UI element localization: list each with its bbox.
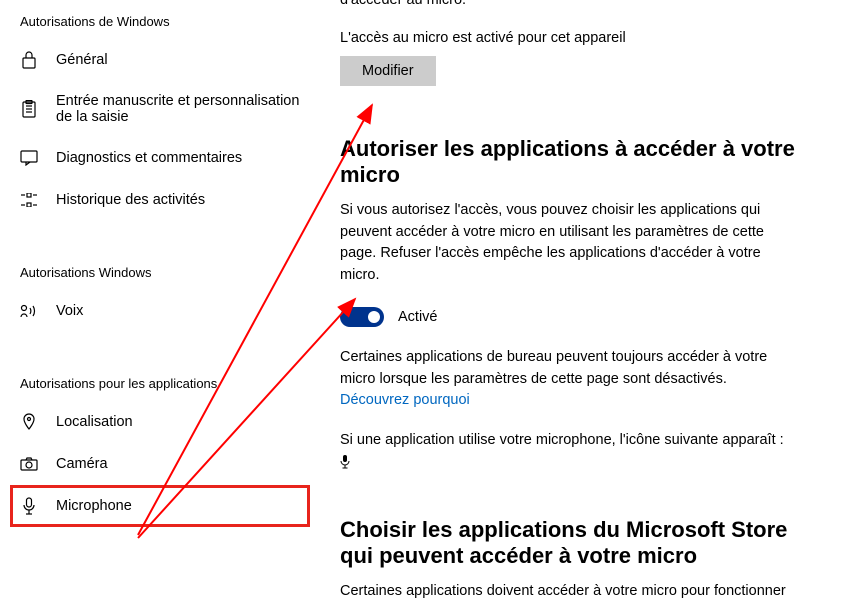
- choose-apps-description: Certaines applications doivent accéder à…: [340, 581, 800, 602]
- sidebar-item-location[interactable]: Localisation: [10, 401, 310, 443]
- mic-icon-note: Si une application utilise votre microph…: [340, 430, 800, 477]
- desktop-apps-note: Certaines applications de bureau peuvent…: [340, 347, 800, 412]
- mic-icon-note-text: Si une application utilise votre microph…: [340, 432, 784, 448]
- toggle-knob: [368, 311, 380, 323]
- sidebar-item-microphone[interactable]: Microphone: [10, 485, 310, 527]
- sidebar-item-label: Général: [56, 52, 108, 68]
- voice-icon: [20, 302, 38, 320]
- truncated-intro-text: d'accéder au micro.: [340, 0, 824, 12]
- microphone-icon: [20, 497, 38, 515]
- discover-why-link[interactable]: Découvrez pourquoi: [340, 392, 470, 408]
- allow-apps-toggle-row: Activé: [340, 307, 824, 327]
- camera-icon: [20, 455, 38, 473]
- sidebar-item-activity[interactable]: Historique des activités: [10, 179, 310, 221]
- device-mic-status: L'accès au micro est activé pour cet app…: [340, 30, 824, 46]
- lock-icon: [20, 51, 38, 69]
- activity-icon: [20, 191, 38, 209]
- allow-apps-description: Si vous autorisez l'accès, vous pouvez c…: [340, 200, 800, 287]
- choose-apps-title: Choisir les applications du Microsoft St…: [340, 517, 820, 569]
- sidebar-item-label: Localisation: [56, 414, 133, 430]
- location-icon: [20, 413, 38, 431]
- sidebar-item-label: Diagnostics et commentaires: [56, 150, 242, 166]
- sidebar-item-label: Caméra: [56, 456, 108, 472]
- sidebar-section-header-2: Autorisations Windows: [10, 251, 310, 290]
- sidebar-section-header-3: Autorisations pour les applications: [10, 362, 310, 401]
- allow-apps-title: Autoriser les applications à accéder à v…: [340, 136, 824, 188]
- clipboard-icon: [20, 100, 38, 118]
- modify-button[interactable]: Modifier: [340, 56, 436, 86]
- desktop-apps-note-text: Certaines applications de bureau peuvent…: [340, 349, 767, 387]
- sidebar-item-diagnostics[interactable]: Diagnostics et commentaires: [10, 137, 310, 179]
- allow-apps-toggle[interactable]: [340, 307, 384, 327]
- sidebar-item-label: Voix: [56, 303, 83, 319]
- sidebar-item-label: Historique des activités: [56, 192, 205, 208]
- settings-content: d'accéder au micro. L'accès au micro est…: [320, 0, 844, 567]
- sidebar-item-general[interactable]: Général: [10, 39, 310, 81]
- feedback-icon: [20, 149, 38, 167]
- sidebar-section-header-1: Autorisations de Windows: [10, 0, 310, 39]
- settings-sidebar: Autorisations de Windows Général Entrée …: [0, 0, 320, 567]
- sidebar-item-label: Entrée manuscrite et personnalisation de…: [56, 93, 300, 125]
- microphone-indicator-icon: [340, 454, 350, 475]
- sidebar-item-voice[interactable]: Voix: [10, 290, 310, 332]
- sidebar-item-inking[interactable]: Entrée manuscrite et personnalisation de…: [10, 81, 310, 137]
- sidebar-item-label: Microphone: [56, 498, 132, 514]
- toggle-state-label: Activé: [398, 309, 438, 325]
- sidebar-item-camera[interactable]: Caméra: [10, 443, 310, 485]
